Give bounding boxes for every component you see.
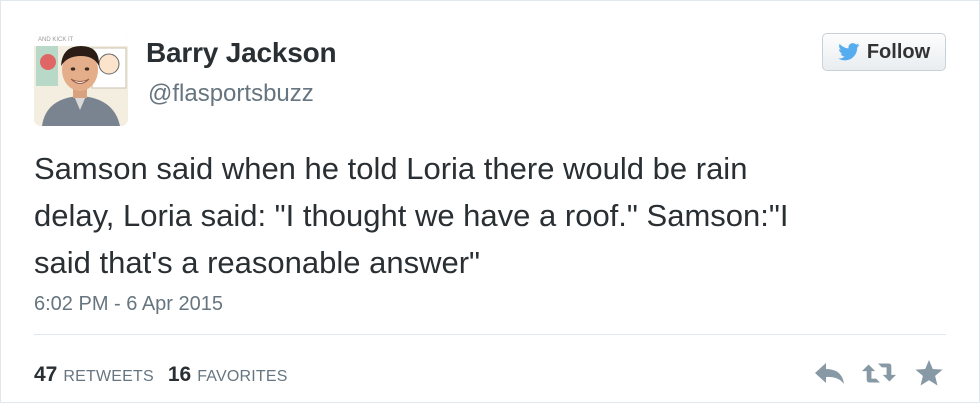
tweet-actions [811,358,947,388]
tweet-text-line: delay, Loria said: "I thought we have a … [34,198,789,233]
author-handle[interactable]: @flasportsbuzz [148,80,314,108]
tweet-text-line: said that's a reasonable answer" [34,245,481,280]
user-avatar[interactable]: AND KICK IT [34,32,128,126]
retweets-count[interactable]: 47 [34,363,57,387]
tweet-stats: 47 RETWEETS 16 FAVORITES [34,363,302,387]
follow-button[interactable]: Follow [822,33,946,71]
avatar-photo-icon: AND KICK IT [34,32,128,126]
svg-text:AND KICK IT: AND KICK IT [38,37,74,43]
favorites-count[interactable]: 16 [168,363,191,387]
star-icon [915,360,943,386]
tweet-timestamp[interactable]: 6:02 PM - 6 Apr 2015 [34,293,223,316]
follow-label: Follow [866,40,931,63]
author-display-name[interactable]: Barry Jackson [146,37,337,69]
retweets-label[interactable]: RETWEETS [63,368,154,386]
favorite-button[interactable] [911,358,947,388]
retweet-button[interactable] [861,358,897,388]
retweet-icon [861,363,897,383]
twitter-bird-icon [838,43,860,61]
tweet-card: AND KICK IT Barry Jackson @flasportsbuzz [0,0,980,403]
tweet-text: Samson said when he told Loria there wou… [34,145,934,286]
favorites-label[interactable]: FAVORITES [197,368,287,386]
tweet-text-line: Samson said when he told Loria there wou… [34,151,748,186]
reply-button[interactable] [811,358,847,388]
reply-icon [815,363,844,384]
divider [34,334,946,335]
